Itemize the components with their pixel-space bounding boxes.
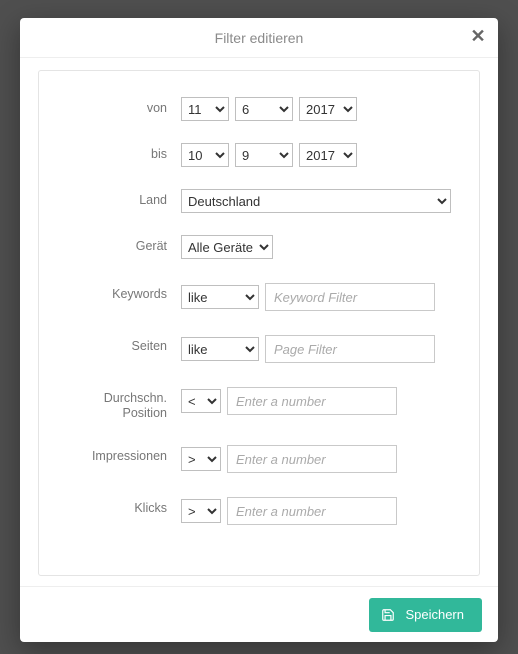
label-from: von [61,97,181,116]
row-pages: Seiten like [61,335,457,363]
modal-backdrop: Filter editieren ✕ von 11 6 2017 bis 10 [0,0,518,654]
modal-footer: Speichern [20,586,498,642]
modal-header: Filter editieren ✕ [20,18,498,58]
row-to: bis 10 9 2017 [61,143,457,167]
filter-edit-modal: Filter editieren ✕ von 11 6 2017 bis 10 [20,18,498,642]
keywords-operator-select[interactable]: like [181,285,259,309]
row-device: Gerät Alle Geräte [61,235,457,259]
label-clicks: Klicks [61,497,181,516]
filter-form-panel: von 11 6 2017 bis 10 9 2017 [38,70,480,576]
row-clicks: Klicks > [61,497,457,525]
device-select[interactable]: Alle Geräte [181,235,273,259]
label-keywords: Keywords [61,283,181,302]
modal-body: von 11 6 2017 bis 10 9 2017 [20,58,498,586]
row-keywords: Keywords like [61,283,457,311]
close-icon[interactable]: ✕ [468,26,488,46]
pages-filter-input[interactable] [265,335,435,363]
to-year-select[interactable]: 2017 [299,143,357,167]
label-impressions: Impressionen [61,445,181,464]
label-pages: Seiten [61,335,181,354]
label-avg-position: Durchschn. Position [61,387,181,421]
clicks-input[interactable] [227,497,397,525]
country-select[interactable]: Deutschland [181,189,451,213]
from-day-select[interactable]: 11 [181,97,229,121]
label-device: Gerät [61,235,181,254]
avg-position-input[interactable] [227,387,397,415]
to-month-select[interactable]: 9 [235,143,293,167]
impressions-operator-select[interactable]: > [181,447,221,471]
from-month-select[interactable]: 6 [235,97,293,121]
from-year-select[interactable]: 2017 [299,97,357,121]
row-impressions: Impressionen > [61,445,457,473]
row-country: Land Deutschland [61,189,457,213]
label-to: bis [61,143,181,162]
impressions-input[interactable] [227,445,397,473]
modal-title: Filter editieren [215,30,304,46]
to-day-select[interactable]: 10 [181,143,229,167]
avg-position-operator-select[interactable]: < [181,389,221,413]
save-icon [381,608,395,622]
pages-operator-select[interactable]: like [181,337,259,361]
label-country: Land [61,189,181,208]
save-button-label: Speichern [405,607,464,622]
row-from: von 11 6 2017 [61,97,457,121]
save-button[interactable]: Speichern [369,598,482,632]
clicks-operator-select[interactable]: > [181,499,221,523]
keywords-filter-input[interactable] [265,283,435,311]
row-avg-position: Durchschn. Position < [61,387,457,421]
